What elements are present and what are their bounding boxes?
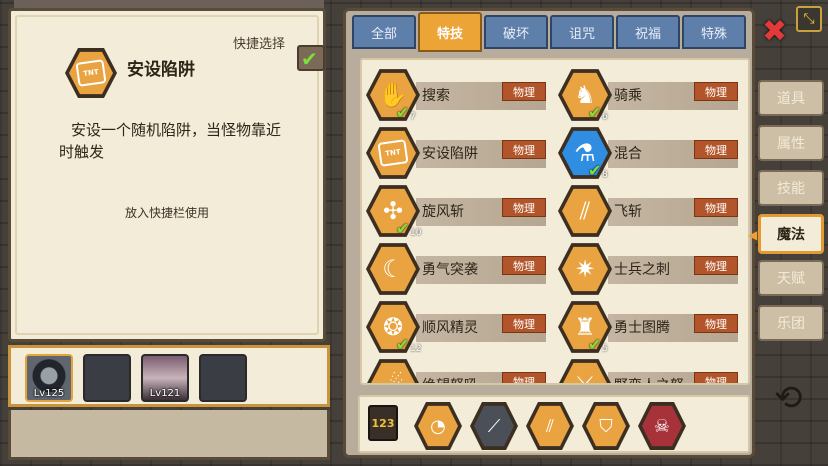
skill-title: 安设陷阱 [127, 60, 195, 80]
skill-item-warrior-totem[interactable]: ♜ 勇士图腾 物理 ✔ 5 [558, 298, 744, 356]
checkmark-icon: ✔ [588, 103, 602, 122]
back-arrow-icon[interactable]: ⟲ [774, 378, 803, 418]
quickbar-hint: 放入快捷栏使用 [124, 206, 209, 220]
side-tab-skills[interactable]: 技能 [758, 170, 824, 206]
selected-skill-icon: TNT [65, 47, 117, 99]
side-tab-magic[interactable]: 魔法 [758, 214, 824, 254]
tnt-icon: TNT [75, 59, 107, 87]
skill-item-ride[interactable]: ♞ 骑乘 物理 ✔ 6 [558, 66, 744, 124]
tab-special-skills[interactable]: 特技 [418, 12, 482, 52]
skill-item-search[interactable]: ✋ 搜索 物理 ✔ 7 [366, 66, 552, 124]
minimize-icon[interactable]: ⤡ [796, 6, 822, 32]
tnt-icon: TNT [366, 126, 420, 180]
flying-slash-icon[interactable]: ⫽ [526, 401, 574, 451]
quickbar-slot[interactable] [83, 354, 131, 402]
skill-description: 安设一个随机陷阱，当怪物靠近 时触发 [59, 121, 282, 161]
side-tab-band[interactable]: 乐团 [758, 305, 824, 341]
skill-item-despair-roar[interactable]: ☄ 绝望怒吼 物理 [366, 356, 552, 383]
roar-icon: ☄ [366, 358, 420, 383]
skill-item-barbarian-rage[interactable]: ⚔ 野蛮人之怒 物理 [558, 356, 744, 383]
side-tab-items[interactable]: 道具 [758, 80, 824, 116]
skill-item-flying-slash[interactable]: ⫽ 飞斩 物理 [558, 182, 744, 240]
skill-list-panel: 全部 特技 破坏 诅咒 祝福 特殊 ✋ 搜索 物理 ✔ 7 ♞ 骑乘 物理 ✔ … [343, 8, 755, 458]
side-tab-attributes[interactable]: 属性 [758, 125, 824, 161]
skill-item-whirlwind[interactable]: ✣ 旋风斩 物理 ✔ 10 [366, 182, 552, 240]
demon-icon[interactable]: ☠ [638, 401, 686, 451]
skill-item-wind-spirit[interactable]: ❂ 顺风精灵 物理 ✔ 12 [366, 298, 552, 356]
slash-dark-icon[interactable]: ⟋ [470, 401, 518, 451]
barbarian-icon: ⚔ [558, 358, 612, 383]
skill-quickbar: 123 ◔ ⟋ ⫽ ⛉ ☠ [358, 395, 750, 453]
tab-destroy[interactable]: 破坏 [484, 15, 548, 49]
active-tab-arrow-icon: ◀ [748, 228, 758, 242]
close-icon[interactable]: ✖ [762, 14, 787, 49]
checkmark-icon: ✔ [396, 335, 410, 354]
checkmark-icon: ✔ [588, 161, 602, 180]
bag-icon[interactable]: ◔ [414, 401, 462, 451]
skill-item-mix[interactable]: ⚗ 混合 物理 ✔ 8 [558, 124, 744, 182]
quickbar-slot[interactable]: Lv125 [25, 354, 73, 402]
checkmark-icon: ✔ [396, 219, 410, 238]
quickbar-slot[interactable] [199, 354, 247, 402]
charge-icon: ☾ [366, 242, 420, 296]
party-quickbar: Lv125 Lv121 [8, 345, 330, 407]
quickbar-slot[interactable]: Lv121 [141, 354, 189, 402]
lower-left-area [8, 410, 330, 460]
skill-item-set-trap[interactable]: TNT 安设陷阱 物理 [366, 124, 552, 182]
checkmark-icon: ✔ [301, 47, 318, 71]
tab-all[interactable]: 全部 [352, 15, 416, 49]
skill-list: ✋ 搜索 物理 ✔ 7 ♞ 骑乘 物理 ✔ 6 TNT 安设陷阱 物理 ⚗ 混合… [360, 58, 750, 385]
side-tab-talent[interactable]: 天赋 [758, 260, 824, 296]
shield-icon[interactable]: ⛉ [582, 401, 630, 451]
tab-bless[interactable]: 祝福 [616, 15, 680, 49]
quick-select-label: 快捷选择 [233, 37, 286, 52]
skill-item-soldier-spike[interactable]: ✷ 士兵之刺 物理 [558, 240, 744, 298]
checkmark-icon: ✔ [588, 335, 602, 354]
skill-detail-panel: 快捷选择 ✔ TNT 安设陷阱 安设一个随机陷阱，当怪物靠近 时触发 放入快捷栏… [8, 8, 326, 342]
checkmark-icon: ✔ [396, 103, 410, 122]
loadout-switch-button[interactable]: 123 [368, 405, 398, 441]
tab-special[interactable]: 特殊 [682, 15, 746, 49]
spike-icon: ✷ [558, 242, 612, 296]
tab-curse[interactable]: 诅咒 [550, 15, 614, 49]
quick-select-checkbox[interactable]: ✔ [297, 45, 325, 71]
flying-slash-icon: ⫽ [558, 184, 612, 238]
skill-item-courage-charge[interactable]: ☾ 勇气突袭 物理 [366, 240, 552, 298]
